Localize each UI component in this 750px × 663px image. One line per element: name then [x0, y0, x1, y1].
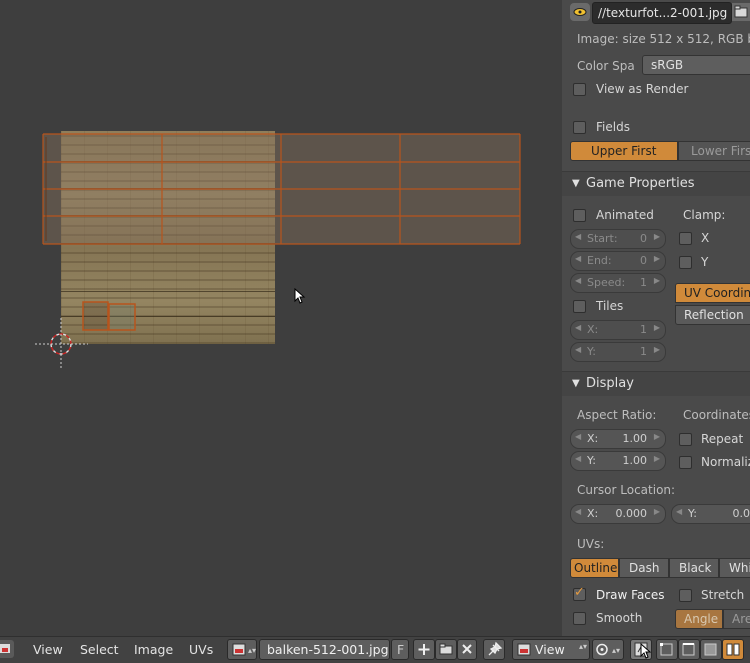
start-field[interactable]: ◀ Start: 0 ▶	[570, 229, 666, 249]
aspect-ratio-label: Aspect Ratio:	[577, 408, 657, 422]
vertex-select-mode-icon[interactable]	[656, 639, 678, 660]
cursor-y-field[interactable]: ◀Y:0.000	[671, 504, 750, 524]
editor-type-icon[interactable]	[0, 640, 14, 658]
uv-mode-white-button[interactable]: Whi	[719, 558, 750, 578]
cursor-x-field[interactable]: ◀ X: 0.000 ▶	[570, 504, 666, 524]
view-mode-dropdown[interactable]: View ▴▾	[512, 639, 590, 660]
repeat-checkbox[interactable]	[679, 433, 692, 446]
open-folder-icon[interactable]	[732, 3, 750, 21]
image-browse-button[interactable]: ▴▾	[227, 639, 257, 660]
speed-field[interactable]: ◀ Speed: 1 ▶	[570, 273, 666, 293]
clamp-label: Clamp:	[683, 208, 726, 222]
tiles-y-field[interactable]: ◀ Y: 1 ▶	[570, 342, 666, 362]
draw-faces-label: Draw Faces	[596, 588, 665, 602]
uv-image-viewport[interactable]	[0, 0, 562, 636]
island-select-mode-icon[interactable]	[722, 639, 744, 660]
menu-view[interactable]: View	[33, 642, 63, 657]
collapse-triangle-icon: ▼	[572, 178, 580, 189]
image-icon: ▴▾	[232, 643, 256, 656]
fake-user-button[interactable]: F	[391, 639, 409, 660]
display-header[interactable]: ▼ Display	[562, 371, 750, 396]
mouse-pointer-icon	[640, 643, 652, 659]
face-select-mode-icon[interactable]	[700, 639, 722, 660]
normalized-label: Normaliz	[701, 455, 750, 469]
aspect-x-field[interactable]: ◀ X: 1.00 ▶	[570, 429, 666, 449]
view-as-render-label: View as Render	[596, 82, 689, 96]
animated-label: Animated	[596, 208, 654, 222]
image-properties-panel: //texturfot...2-001.jpg Image: size 512 …	[562, 0, 750, 636]
reflection-button[interactable]: Reflection	[675, 305, 750, 325]
pin-image-icon[interactable]	[483, 639, 505, 660]
fields-label: Fields	[596, 120, 630, 134]
menu-image[interactable]: Image	[134, 642, 173, 657]
uv-mode-outline-button[interactable]: Outline	[570, 558, 619, 578]
clamp-y-label: Y	[701, 255, 709, 269]
mouse-pointer-icon	[294, 288, 306, 304]
uv-mode-dash-button[interactable]: Dash	[619, 558, 669, 578]
edge-select-mode-icon[interactable]	[678, 639, 700, 660]
svg-text:▴▾: ▴▾	[248, 646, 256, 655]
smooth-checkbox[interactable]	[573, 612, 586, 625]
stretch-area-button[interactable]: Are	[723, 609, 750, 629]
uv-mesh[interactable]	[0, 0, 562, 636]
image-name-field[interactable]: balken-512-001.jpg	[259, 639, 390, 660]
svg-text:▴▾: ▴▾	[612, 646, 620, 655]
stretch-label: Stretch	[701, 588, 745, 602]
tiles-checkbox[interactable]	[573, 300, 586, 313]
image-icon	[517, 643, 531, 656]
2d-cursor-icon[interactable]	[35, 318, 88, 370]
uv-editor-header: View Select Image UVs ▴▾ balken-512-001.…	[0, 636, 750, 663]
stretch-angle-button[interactable]: Angle	[675, 609, 723, 629]
coordinates-label: Coordinates:	[683, 408, 750, 422]
image-info-text: Image: size 512 x 512, RGB byte	[577, 32, 750, 46]
aspect-y-field[interactable]: ◀ Y: 1.00 ▶	[570, 451, 666, 471]
menu-select[interactable]: Select	[80, 642, 119, 657]
smooth-label: Smooth	[596, 611, 643, 625]
lower-first-button[interactable]: Lower First	[678, 141, 750, 161]
clamp-y-checkbox[interactable]	[679, 256, 692, 269]
collapse-triangle-icon: ▼	[572, 378, 580, 389]
clamp-x-checkbox[interactable]	[679, 232, 692, 245]
image-name-text: //texturfot...2-001.jpg	[598, 6, 728, 20]
image-browse-icon[interactable]	[570, 3, 590, 21]
game-properties-title: Game Properties	[586, 176, 695, 191]
fields-checkbox[interactable]	[573, 121, 586, 134]
stretch-checkbox[interactable]	[679, 589, 692, 602]
repeat-label: Repeat	[701, 432, 744, 446]
display-title: Display	[586, 376, 634, 391]
normalized-checkbox[interactable]	[679, 456, 692, 469]
pivot-icon: ▴▾	[596, 643, 620, 656]
color-space-dropdown[interactable]: sRGB	[642, 55, 750, 75]
open-image-icon[interactable]	[435, 639, 457, 660]
color-space-label: Color Spa	[577, 59, 635, 73]
clamp-x-label: X	[701, 231, 710, 245]
menu-uvs[interactable]: UVs	[189, 642, 213, 657]
uvs-label: UVs:	[577, 537, 605, 551]
end-field[interactable]: ◀ End: 0 ▶	[570, 251, 666, 271]
tiles-x-field[interactable]: ◀ X: 1 ▶	[570, 320, 666, 340]
uv-coordinates-button[interactable]: UV Coordina	[675, 283, 750, 303]
game-properties-header[interactable]: ▼ Game Properties	[562, 171, 750, 196]
upper-first-button[interactable]: Upper First	[570, 141, 678, 161]
image-name-field[interactable]: //texturfot...2-001.jpg	[592, 2, 732, 24]
draw-faces-checkbox[interactable]	[573, 585, 586, 601]
view-as-render-checkbox[interactable]	[573, 83, 586, 96]
uv-island-small[interactable]	[82, 301, 136, 331]
cursor-location-label: Cursor Location:	[577, 483, 676, 497]
pivot-point-dropdown[interactable]: ▴▾	[592, 639, 624, 660]
tiles-label: Tiles	[596, 299, 624, 313]
unlink-image-icon[interactable]	[457, 639, 477, 660]
uv-mode-black-button[interactable]: Black	[669, 558, 719, 578]
new-image-icon[interactable]	[413, 639, 435, 660]
animated-checkbox[interactable]	[573, 209, 586, 222]
